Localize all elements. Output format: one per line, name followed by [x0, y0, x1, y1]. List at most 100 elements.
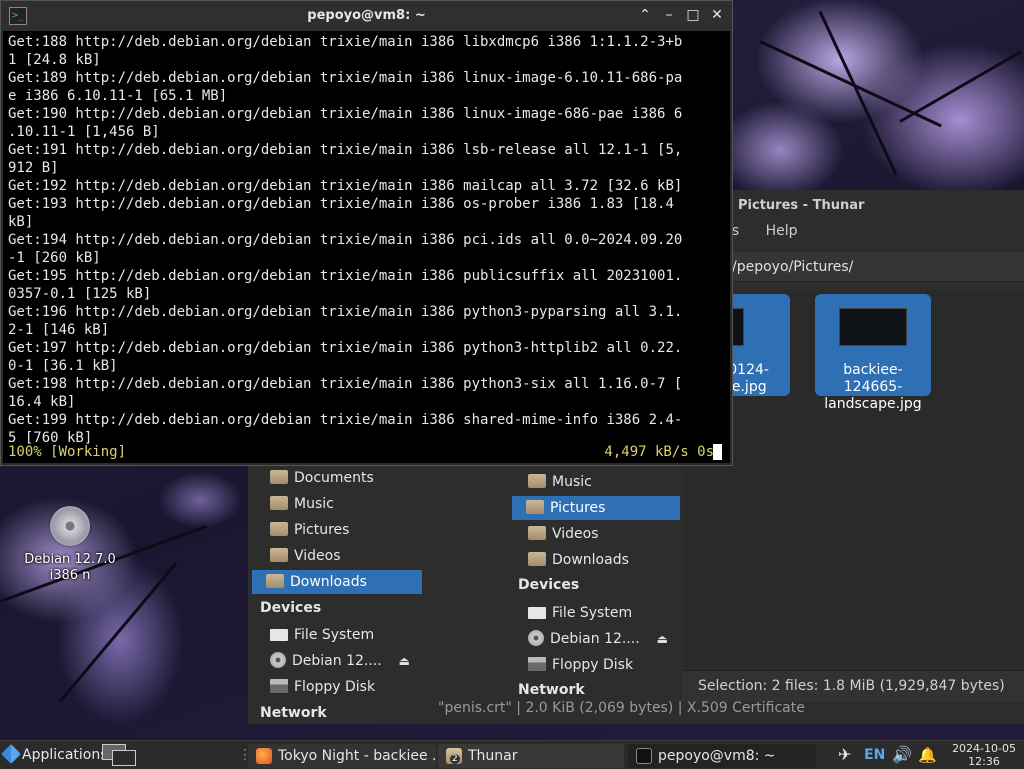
terminal-line: 1 [24.8 kB] [8, 52, 101, 68]
roll-up-button[interactable]: ⌃ [638, 6, 652, 24]
terminal-line: Get:192 http://deb.debian.org/debian tri… [8, 178, 683, 194]
sidebar-item-documents[interactable]: Documents [256, 466, 422, 490]
desktop-disc-icon-item[interactable]: Debian 12.7.0 i386 n [14, 506, 126, 584]
drive-icon [270, 629, 288, 641]
terminal-cursor [713, 444, 722, 460]
terminal-line: Get:191 http://deb.debian.org/debian tri… [8, 142, 683, 158]
window-count-badge: 2 [450, 754, 460, 764]
location-bar[interactable]: /pepoyo/Pictures/ [720, 252, 1024, 282]
terminal-line: Get:189 http://deb.debian.org/debian tri… [8, 70, 683, 86]
minimize-button[interactable]: – [662, 6, 676, 24]
drive-icon [528, 607, 546, 619]
applications-icon [1, 744, 21, 764]
terminal-lines: Get:188 http://deb.debian.org/debian tri… [8, 33, 730, 447]
thunar-menubar: rks Help [718, 223, 820, 239]
network-header: Network [518, 682, 585, 698]
terminal-line: .10.11-1 [1,456 B] [8, 124, 160, 140]
sidebar-item-downloads[interactable]: Downloads [252, 570, 422, 594]
sidebar-left: Documents Music Pictures Videos Download… [248, 460, 424, 724]
thunar-title: Pictures - Thunar [738, 198, 865, 213]
terminal-line: e i386 6.10.11-1 [65.1 MB] [8, 88, 228, 104]
cdrom-icon [50, 506, 90, 546]
sidebar-item-pictures[interactable]: Pictures [512, 496, 680, 520]
firefox-icon [256, 748, 272, 764]
sidebar-item-videos[interactable]: Videos [514, 522, 680, 546]
menu-help[interactable]: Help [766, 223, 798, 239]
network-header: Network [260, 705, 327, 721]
file-icon-view[interactable]: ee-70124- scape.jpg backiee-124665- landsc… [676, 290, 1024, 670]
folder-icon [526, 500, 544, 514]
terminal-line: -1 [260 kB] [8, 250, 101, 266]
download-speed: 4,497 kB/s 0s [604, 444, 714, 460]
terminal-line: Get:194 http://deb.debian.org/debian tri… [8, 232, 683, 248]
image-thumbnail [839, 308, 907, 346]
notifications-icon[interactable]: 🔔 [918, 741, 937, 769]
task-terminal[interactable]: pepoyo@vm8: ~ [628, 744, 816, 768]
terminal-title: pepoyo@vm8: ~ [307, 8, 426, 23]
terminal-line: Get:198 http://deb.debian.org/debian tri… [8, 376, 683, 392]
terminal-titlebar[interactable]: >_ pepoyo@vm8: ~ ⌃ – □ ✕ [1, 1, 732, 31]
task-firefox[interactable]: Tokyo Night - backiee ... [248, 744, 436, 768]
floppy-icon [270, 679, 288, 693]
terminal-output[interactable]: Get:188 http://deb.debian.org/debian tri… [3, 31, 730, 463]
apt-progress-line: 100% [Working] 4,497 kB/s 0s [8, 443, 722, 461]
sidebar-item-floppy[interactable]: Floppy Disk [514, 653, 680, 677]
terminal-line: Get:188 http://deb.debian.org/debian tri… [8, 34, 683, 50]
taskbar: Applications ⋮ Tokyo Night - backiee ...… [0, 740, 1024, 769]
folder-icon [270, 470, 288, 484]
terminal-line: 2-1 [146 kB] [8, 322, 110, 338]
sidebar-item-videos[interactable]: Videos [256, 544, 422, 568]
terminal-line: Get:199 http://deb.debian.org/debian tri… [8, 412, 683, 428]
folder-icon [528, 552, 546, 566]
terminal-line: 912 B] [8, 160, 59, 176]
folder-icon [266, 574, 284, 588]
terminal-line: Get:193 http://deb.debian.org/debian tri… [8, 196, 674, 212]
sidebar-item-pictures[interactable]: Pictures [256, 518, 422, 542]
folder-icon [270, 522, 288, 536]
volume-icon[interactable]: 🔊 [892, 741, 912, 769]
show-desktop-button[interactable] [102, 744, 136, 766]
sidebar-item-floppy[interactable]: Floppy Disk [256, 675, 422, 699]
file-name: backiee-124665- landscape.jpg [824, 362, 922, 412]
network-tray-icon[interactable]: ✈ [838, 741, 851, 769]
eject-icon[interactable]: ⏏ [657, 627, 668, 651]
folder-icon [270, 496, 288, 510]
terminal-window[interactable]: >_ pepoyo@vm8: ~ ⌃ – □ ✕ Get:188 http://… [0, 0, 733, 466]
sidebar-item-downloads[interactable]: Downloads [514, 548, 680, 572]
sidebar-item-music[interactable]: Music [514, 470, 680, 494]
sidebar-item-debian-disc[interactable]: Debian 12.... ⏏ [256, 649, 422, 673]
keyboard-layout-indicator[interactable]: EN [864, 741, 885, 769]
folder-icon [270, 548, 288, 562]
terminal-line: Get:196 http://deb.debian.org/debian tri… [8, 304, 683, 320]
floppy-icon [528, 657, 546, 671]
sidebar-right: Music Pictures Videos Downloads Devices … [506, 460, 682, 698]
devices-header: Devices [518, 577, 580, 593]
clock[interactable]: 2024-10-05 12:36 [952, 742, 1016, 768]
devices-header: Devices [260, 600, 322, 616]
disc-icon [528, 630, 544, 646]
sidebar-item-debian-disc[interactable]: Debian 12.... ⏏ [514, 627, 680, 651]
terminal-line: kB] [8, 214, 34, 230]
terminal-line: 0357-0.1 [125 kB] [8, 286, 152, 302]
folder-icon [528, 474, 546, 488]
applications-menu[interactable]: Applications [1, 741, 108, 769]
file-item[interactable]: backiee-124665- landscape.jpg [815, 294, 931, 412]
close-button[interactable]: ✕ [710, 6, 724, 24]
task-thunar[interactable]: 2 Thunar [438, 744, 624, 768]
sidebar-item-filesystem[interactable]: File System [256, 623, 422, 647]
eject-icon[interactable]: ⏏ [399, 649, 410, 673]
terminal-line: 16.4 kB] [8, 394, 76, 410]
terminal-line: Get:190 http://deb.debian.org/debian tri… [8, 106, 683, 122]
sidebar-item-filesystem[interactable]: File System [514, 601, 680, 625]
file-status: "penis.crt" | 2.0 KiB (2,069 bytes) | X.… [438, 700, 805, 716]
terminal-line: Get:195 http://deb.debian.org/debian tri… [8, 268, 683, 284]
maximize-button[interactable]: □ [686, 6, 700, 24]
folder-icon [528, 526, 546, 540]
desktop-icon-label: Debian 12.7.0 i386 n [24, 552, 116, 583]
terminal-line: 0-1 [36.1 kB] [8, 358, 118, 374]
sidebar-item-music[interactable]: Music [256, 492, 422, 516]
progress-text: 100% [Working] [8, 444, 127, 460]
terminal-line: Get:197 http://deb.debian.org/debian tri… [8, 340, 683, 356]
terminal-icon [636, 748, 652, 764]
disc-icon [270, 652, 286, 668]
